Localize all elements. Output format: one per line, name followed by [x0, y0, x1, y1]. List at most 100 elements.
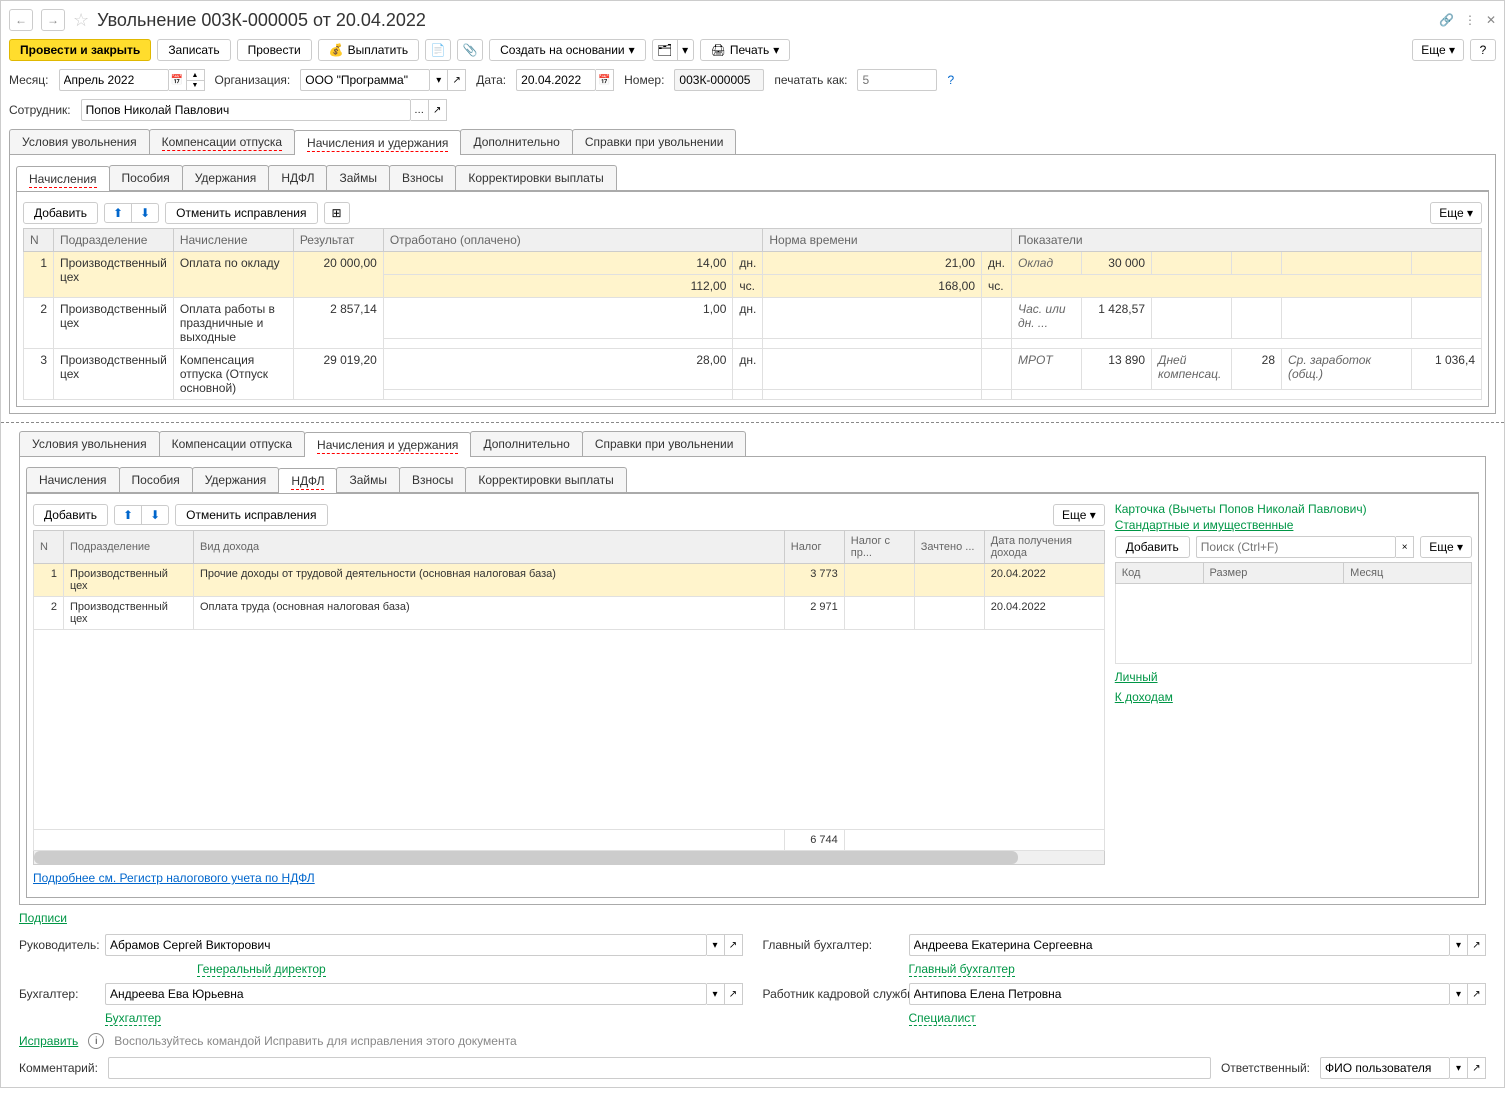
sig-hr-pos[interactable]: Специалист — [909, 1011, 976, 1026]
print-button[interactable]: 🖨 Печать ▾ — [700, 39, 791, 61]
mode-icon-button[interactable]: 🗂 — [652, 39, 678, 61]
tab2-compensations[interactable]: Компенсации отпуска — [159, 431, 305, 456]
post-button[interactable]: Провести — [237, 39, 312, 61]
resp-open[interactable]: ↗ — [1468, 1057, 1486, 1079]
accruals-table[interactable]: N Подразделение Начисление Результат Отр… — [23, 228, 1482, 400]
ndfl-cancel-fix-button[interactable]: Отменить исправления — [175, 504, 327, 526]
sig-acc-dd[interactable]: ▾ — [707, 983, 725, 1005]
tab-extra[interactable]: Дополнительно — [460, 129, 572, 154]
tab-accruals[interactable]: Начисления и удержания — [294, 130, 461, 155]
ndfl-move-up-button[interactable]: ⬆ — [115, 506, 141, 524]
month-field[interactable] — [59, 69, 169, 91]
card-more-button[interactable]: Еще ▾ — [1420, 536, 1472, 558]
more-button[interactable]: Еще ▾ — [1412, 39, 1464, 61]
tab2-accruals[interactable]: Начисления и удержания — [304, 432, 471, 457]
org-dd-button[interactable]: ▾ — [430, 69, 448, 91]
table-settings-button[interactable]: ⊞ — [324, 202, 350, 224]
card-table[interactable]: КодРазмерМесяц — [1115, 562, 1472, 664]
sig-hr-dd[interactable]: ▾ — [1450, 983, 1468, 1005]
sig-acc-pos[interactable]: Бухгалтер — [105, 1011, 161, 1026]
subtab-benefits[interactable]: Пособия — [109, 165, 183, 190]
table-row[interactable]: 1Производственный цехПрочие доходы от тр… — [34, 564, 1105, 597]
table-row[interactable]: 2Производственный цехОплата труда (основ… — [34, 597, 1105, 630]
sig-head-field[interactable] — [105, 934, 707, 956]
card-income-link[interactable]: К доходам — [1115, 690, 1173, 704]
ndfl-move-down-button[interactable]: ⬇ — [141, 506, 168, 524]
card-std-link[interactable]: Стандартные и имущественные — [1115, 518, 1294, 532]
sig-acc-field[interactable] — [105, 983, 707, 1005]
kebab-menu-icon[interactable]: ⋮ — [1464, 13, 1476, 27]
tab-compensations[interactable]: Компенсации отпуска — [149, 129, 295, 154]
subtab2-benefits[interactable]: Пособия — [119, 467, 193, 492]
table-row[interactable]: 3Производственный цехКомпенсация отпуска… — [24, 349, 1482, 390]
favorite-star-icon[interactable]: ☆ — [73, 10, 89, 31]
ndfl-add-button[interactable]: Добавить — [33, 504, 108, 526]
subtab2-ndfl[interactable]: НДФЛ — [278, 468, 337, 493]
subtab-deductions[interactable]: Удержания — [182, 165, 270, 190]
tab-certs[interactable]: Справки при увольнении — [572, 129, 737, 154]
report-icon-button[interactable]: 📄 — [425, 39, 451, 61]
month-down-button[interactable]: ▼ — [187, 80, 205, 91]
ndfl-more-button[interactable]: Еще ▾ — [1053, 504, 1105, 526]
printas-help-icon[interactable]: ? — [947, 73, 954, 87]
tab-conditions[interactable]: Условия увольнения — [9, 129, 150, 154]
sig-hr-field[interactable] — [909, 983, 1451, 1005]
subtab-corrections[interactable]: Корректировки выплаты — [455, 165, 616, 190]
resp-field[interactable] — [1320, 1057, 1450, 1079]
sig-hr-open[interactable]: ↗ — [1468, 983, 1486, 1005]
emp-open-button[interactable]: ↗ — [429, 99, 447, 121]
mode-dd-button[interactable]: ▾ — [678, 39, 694, 61]
tab2-certs[interactable]: Справки при увольнении — [582, 431, 747, 456]
tab2-conditions[interactable]: Условия увольнения — [19, 431, 160, 456]
sig-acc-open[interactable]: ↗ — [725, 983, 743, 1005]
resp-dd[interactable]: ▾ — [1450, 1057, 1468, 1079]
sig-chief-field[interactable] — [909, 934, 1451, 956]
subtab-loans[interactable]: Займы — [326, 165, 390, 190]
ndfl-table[interactable]: N Подразделение Вид дохода Налог Налог с… — [33, 530, 1105, 851]
date-field[interactable] — [516, 69, 596, 91]
sig-head-open[interactable]: ↗ — [725, 934, 743, 956]
sig-chief-pos[interactable]: Главный бухгалтер — [909, 962, 1015, 977]
card-search-input[interactable] — [1196, 536, 1396, 558]
emp-sel-button[interactable]: … — [411, 99, 429, 121]
move-up-button[interactable]: ⬆ — [105, 204, 131, 222]
ndfl-register-link[interactable]: Подробнее см. Регистр налогового учета п… — [33, 871, 315, 885]
comment-field[interactable] — [108, 1057, 1211, 1079]
card-add-button[interactable]: Добавить — [1115, 536, 1190, 558]
write-button[interactable]: Записать — [157, 39, 230, 61]
create-based-button[interactable]: Создать на основании ▾ — [489, 39, 646, 61]
card-search-clear-button[interactable]: × — [1396, 536, 1414, 558]
table-more-button[interactable]: Еще ▾ — [1430, 202, 1482, 224]
post-and-close-button[interactable]: Провести и закрыть — [9, 39, 151, 61]
pay-button[interactable]: 💰Выплатить — [318, 39, 419, 61]
tab2-extra[interactable]: Дополнительно — [470, 431, 582, 456]
sig-chief-open[interactable]: ↗ — [1468, 934, 1486, 956]
emp-field[interactable] — [81, 99, 411, 121]
sig-head-dd[interactable]: ▾ — [707, 934, 725, 956]
printas-field[interactable] — [857, 69, 937, 91]
cancel-fix-button[interactable]: Отменить исправления — [165, 202, 317, 224]
org-open-button[interactable]: ↗ — [448, 69, 466, 91]
subtab-accruals[interactable]: Начисления — [16, 166, 110, 191]
subtab2-corrections[interactable]: Корректировки выплаты — [465, 467, 626, 492]
help-button[interactable]: ? — [1470, 39, 1496, 61]
org-field[interactable] — [300, 69, 430, 91]
subtab-ndfl[interactable]: НДФЛ — [268, 165, 327, 190]
nav-back-button[interactable]: ← — [9, 9, 33, 31]
fix-link[interactable]: Исправить — [19, 1034, 78, 1048]
signatures-link[interactable]: Подписи — [19, 911, 67, 925]
subtab-contrib[interactable]: Взносы — [389, 165, 456, 190]
table-row[interactable]: 1Производственный цехОплата по окладу20 … — [24, 252, 1482, 275]
sig-chief-dd[interactable]: ▾ — [1450, 934, 1468, 956]
subtab2-deductions[interactable]: Удержания — [192, 467, 280, 492]
ndfl-hscrollbar[interactable] — [33, 851, 1105, 865]
nav-fwd-button[interactable]: → — [41, 9, 65, 31]
table-row[interactable]: 2Производственный цехОплата работы в пра… — [24, 298, 1482, 339]
card-personal-link[interactable]: Личный — [1115, 670, 1158, 684]
subtab2-accruals[interactable]: Начисления — [26, 467, 120, 492]
move-down-button[interactable]: ⬇ — [131, 204, 158, 222]
close-icon[interactable]: ✕ — [1486, 13, 1496, 27]
subtab2-loans[interactable]: Займы — [336, 467, 400, 492]
link-icon[interactable]: 🔗 — [1439, 13, 1454, 27]
add-row-button[interactable]: Добавить — [23, 202, 98, 224]
